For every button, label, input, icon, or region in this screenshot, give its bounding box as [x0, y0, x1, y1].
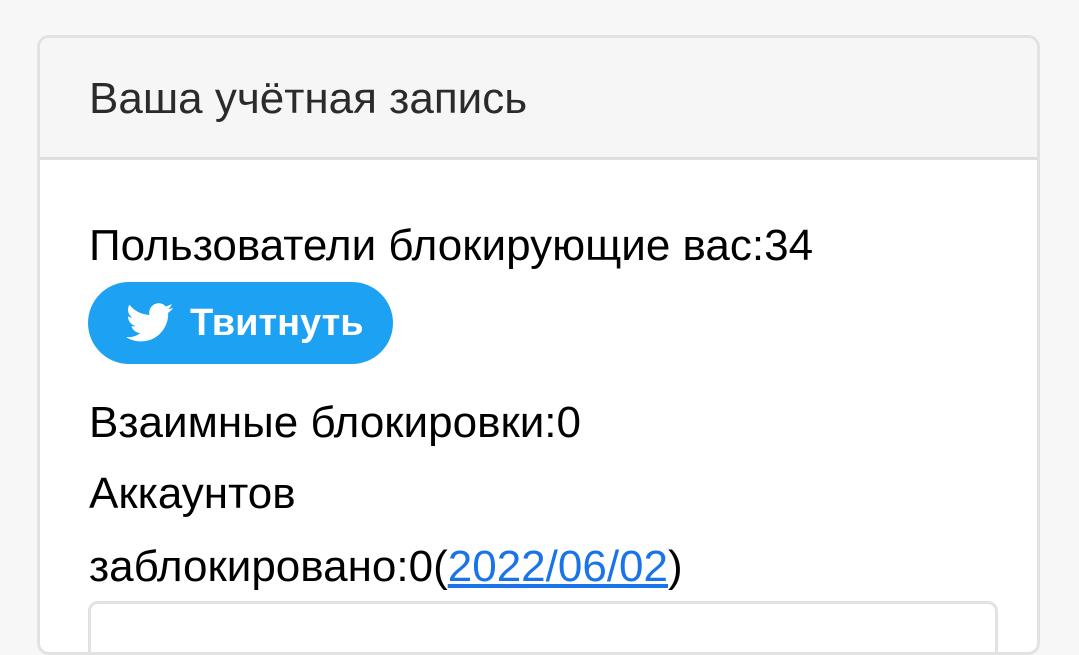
- blocked-line: заблокировано:0(2022/06/02): [89, 532, 683, 602]
- tweet-button-label: Твитнуть: [190, 301, 364, 344]
- mutual-label: Взаимные блокировки:: [89, 398, 557, 447]
- blocked-date-link[interactable]: 2022/06/02: [448, 542, 668, 591]
- accounts-line: Аккаунтов: [89, 459, 296, 529]
- blocked-label: заблокировано:: [89, 542, 409, 591]
- accounts-label: Аккаунтов: [89, 469, 296, 518]
- twitter-bird-icon: [126, 303, 174, 342]
- card-header: Ваша учётная запись: [40, 38, 1037, 160]
- mutual-blocks-line: Взаимные блокировки:0: [89, 388, 581, 458]
- tweet-button[interactable]: Твитнуть: [88, 282, 393, 364]
- blocked-count: 0: [408, 542, 434, 591]
- account-card: Ваша учётная запись Пользователи блокиру…: [37, 35, 1040, 655]
- bottom-panel: [88, 601, 998, 652]
- mutual-count: 0: [556, 398, 581, 447]
- blockers-count: 34: [764, 221, 814, 270]
- blockers-label: Пользователи блокирующие вас:: [89, 221, 765, 270]
- open-paren: (: [433, 542, 448, 591]
- close-paren: ): [667, 542, 683, 591]
- blockers-line: Пользователи блокирующие вас:34: [89, 211, 813, 281]
- card-title: Ваша учётная запись: [89, 73, 528, 123]
